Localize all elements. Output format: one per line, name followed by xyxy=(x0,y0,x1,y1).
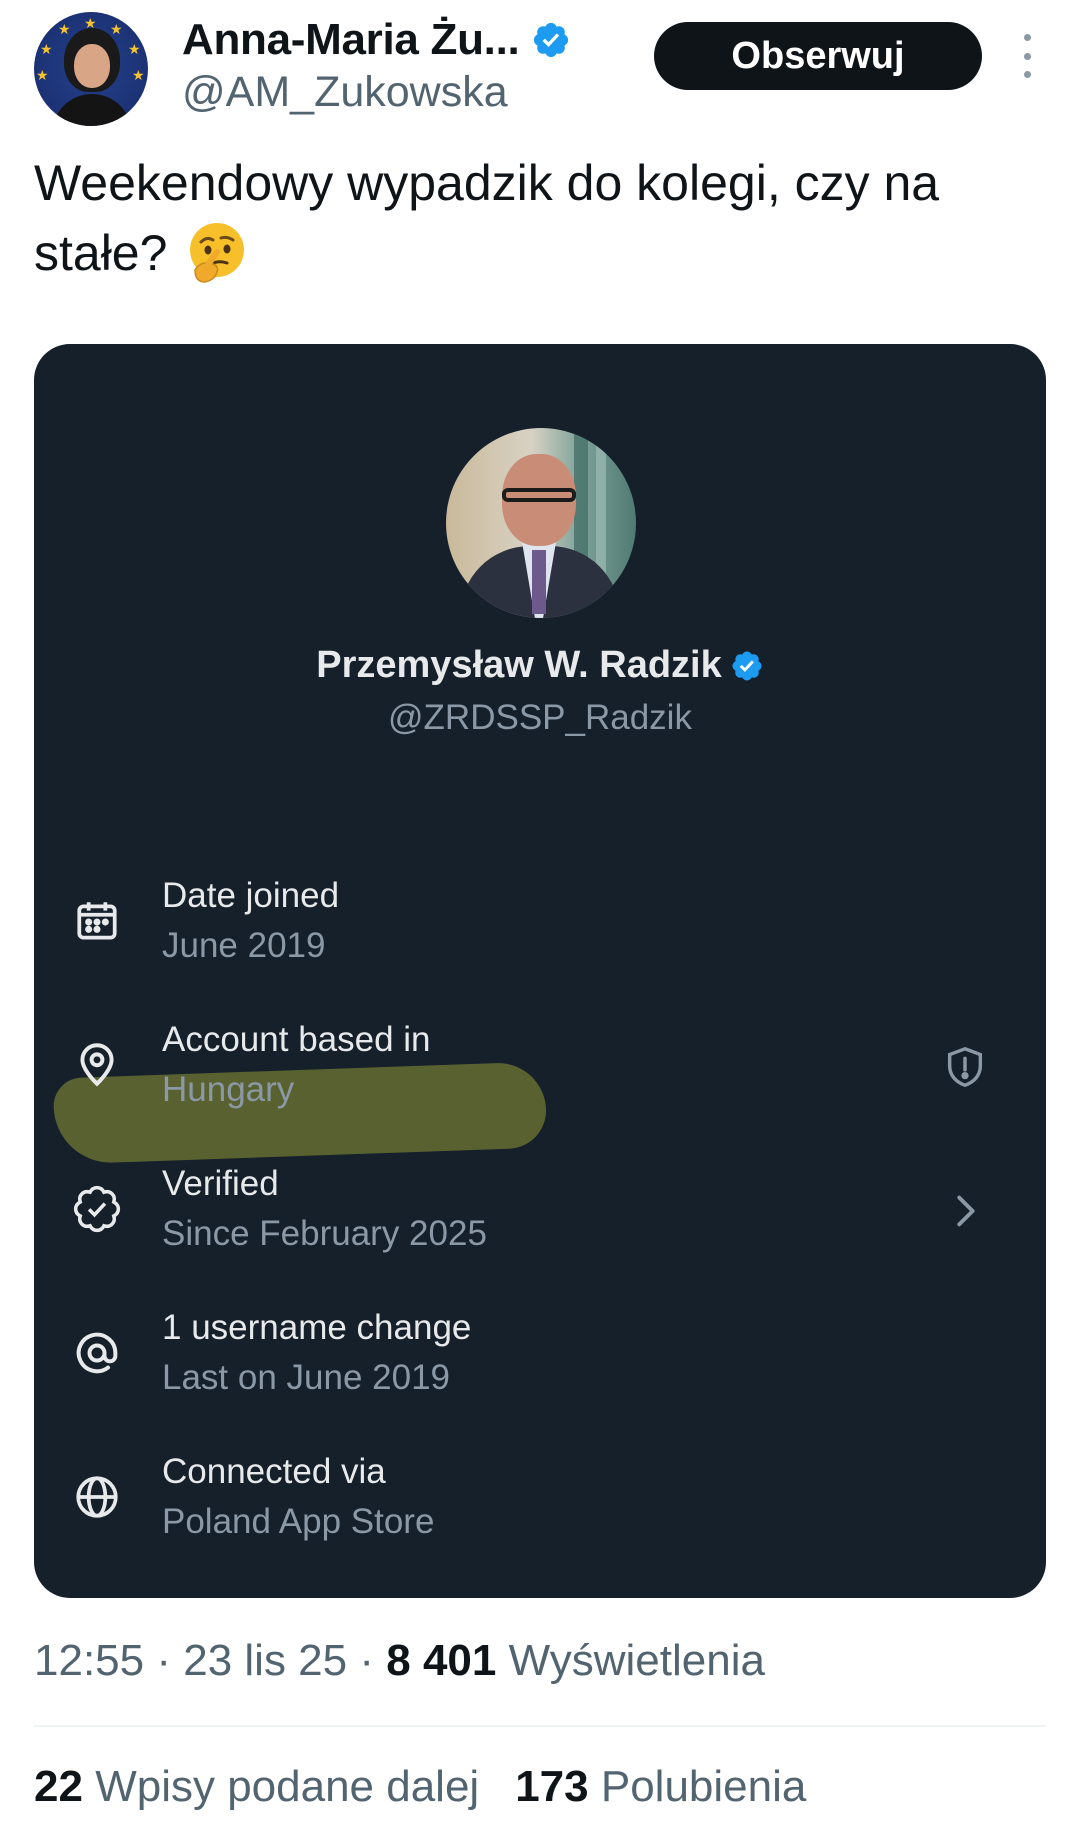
views-label: Wyświetlenia xyxy=(508,1636,765,1685)
profile-name-row: Przemysław W. Radzik xyxy=(34,644,1046,687)
location-pin-icon xyxy=(80,1043,114,1087)
author-avatar[interactable]: ★ ★ ★ ★ ★ ★ ★ xyxy=(34,12,148,126)
info-label: Verified xyxy=(162,1164,279,1203)
info-value: Hungary xyxy=(162,1070,295,1109)
info-label: Connected via xyxy=(162,1452,386,1491)
info-row-verified[interactable]: Verified Since February 2025 xyxy=(34,1162,1046,1272)
likes-stat[interactable]: 173 Polubienia xyxy=(515,1762,806,1812)
likes-count: 173 xyxy=(515,1762,589,1811)
tweet-time[interactable]: 12:55 xyxy=(34,1636,144,1685)
globe-icon xyxy=(76,1476,118,1518)
thinking-face-emoji-icon xyxy=(190,223,245,283)
profile-handle: @ZRDSSP_Radzik xyxy=(388,698,692,737)
info-value: Since February 2025 xyxy=(162,1214,487,1253)
info-label: 1 username change xyxy=(162,1308,472,1347)
verified-badge-outline-icon xyxy=(73,1185,121,1233)
profile-name: Przemysław W. Radzik xyxy=(316,644,722,686)
reposts-count: 22 xyxy=(34,1762,83,1811)
shield-icon[interactable] xyxy=(942,1044,988,1090)
marker-highlight xyxy=(52,1061,548,1165)
profile-photo xyxy=(446,428,636,618)
verified-badge-icon xyxy=(732,650,762,681)
info-label: Account based in xyxy=(162,1020,431,1059)
info-label: Date joined xyxy=(162,876,340,915)
at-sign-icon xyxy=(76,1332,118,1374)
embedded-profile-card[interactable]: Przemysław W. Radzik @ZRDSSP_Radzik Date… xyxy=(34,344,1046,1598)
author-name-row: Anna-Maria Żu... xyxy=(182,14,571,66)
calendar-icon xyxy=(77,902,117,940)
views-count: 8 401 xyxy=(386,1636,497,1685)
info-row-connected-via: Connected via Poland App Store xyxy=(34,1450,1046,1560)
follow-button[interactable]: Obserwuj xyxy=(654,22,982,90)
info-value: Poland App Store xyxy=(162,1502,435,1541)
likes-label: Polubienia xyxy=(600,1762,807,1811)
tweet-body: Weekendowy wypadzik do kolegi, czy na st… xyxy=(34,155,940,281)
reposts-stat[interactable]: 22 Wpisy podane dalej xyxy=(34,1762,479,1812)
info-row-date-joined: Date joined June 2019 xyxy=(34,874,1046,984)
info-row-account-based-in[interactable]: Account based in Hungary xyxy=(34,1018,1046,1165)
chevron-right-icon[interactable] xyxy=(942,1188,988,1234)
tweet-text: Weekendowy wypadzik do kolegi, czy na st… xyxy=(34,148,1044,288)
info-value: Last on June 2019 xyxy=(162,1358,451,1397)
separator: · xyxy=(156,1636,171,1685)
info-value: June 2019 xyxy=(162,926,326,965)
info-row-username-change: 1 username change Last on June 2019 xyxy=(34,1306,1046,1416)
separator: · xyxy=(359,1636,375,1685)
tweet-header: ★ ★ ★ ★ ★ ★ ★ Anna-Maria Żu... @AM_Zukow… xyxy=(0,0,1080,130)
verified-badge-icon xyxy=(534,22,569,58)
engagement-stats: 22 Wpisy podane dalej 173 Polubienia xyxy=(34,1762,806,1812)
tweet-date[interactable]: 23 lis 25 xyxy=(183,1636,347,1685)
author-handle[interactable]: @AM_Zukowska xyxy=(182,68,508,117)
author-name[interactable]: Anna-Maria Żu... xyxy=(182,15,520,65)
reposts-label: Wpisy podane dalej xyxy=(95,1762,480,1811)
divider xyxy=(34,1725,1046,1727)
more-vertical-icon[interactable] xyxy=(1012,34,1042,78)
tweet-meta: 12:55 · 23 lis 25 · 8 401 Wyświetlenia xyxy=(34,1636,765,1686)
